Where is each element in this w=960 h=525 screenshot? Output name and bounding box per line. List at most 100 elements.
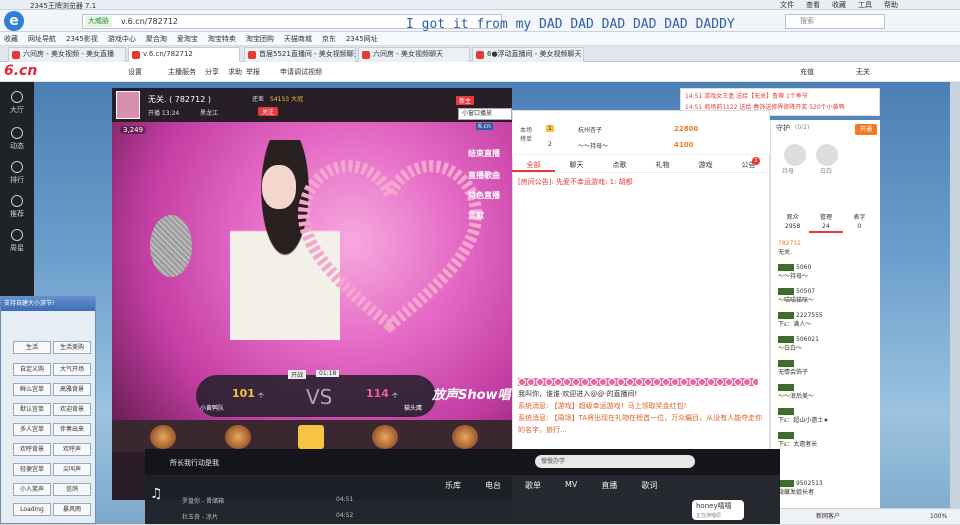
tool-button[interactable]: 信鸽 <box>53 483 91 496</box>
guard-avatar[interactable] <box>784 144 806 166</box>
user-row[interactable]: 2227555 下ε：满人～ <box>778 312 823 328</box>
user-row[interactable]: 无情会饰子 <box>778 360 808 376</box>
browser-tab[interactable]: 六间房 - 美女视频聊天 <box>358 47 470 62</box>
tool-button[interactable]: 生活美购 <box>53 341 91 354</box>
browser-logo-icon[interactable]: e <box>4 11 24 31</box>
tab-managers[interactable]: 管理 24 <box>809 213 843 233</box>
nav-hall[interactable]: 大厅 <box>0 88 34 120</box>
tool-button[interactable]: 多人宜单 <box>13 423 51 436</box>
browser-tab-active[interactable]: v.6.cn/782712 <box>128 47 240 62</box>
user-row[interactable]: ～～浪后美～ <box>778 384 814 400</box>
music-nav-radio[interactable]: 电台 <box>485 480 501 491</box>
gift-icon[interactable] <box>298 425 324 449</box>
gift-icon[interactable] <box>225 425 251 449</box>
menu-view[interactable]: 查看 <box>806 0 820 10</box>
music-search-input[interactable]: 慢慢办学 <box>535 455 695 468</box>
tab-notice[interactable]: 公告 <box>727 157 770 172</box>
user-row[interactable]: 50507 ～喵喵猫咪～ <box>778 288 815 304</box>
open-guard-button[interactable]: 开通 <box>855 124 877 135</box>
zoom-level[interactable]: 100% <box>930 509 947 525</box>
bookmark-item[interactable]: 爱淘宝 <box>177 34 198 44</box>
bookmark-item[interactable]: 淘宝特卖 <box>208 34 236 44</box>
tool-button[interactable]: 大气开场 <box>53 363 91 376</box>
tab-game[interactable]: 游戏 <box>684 157 727 172</box>
bookmark-item[interactable]: 天猫商城 <box>284 34 312 44</box>
playlist-song[interactable]: 杜玉奇 - 凉片 <box>182 512 218 521</box>
browser-tab[interactable]: 6●浮动直播间 - 美女视频聊天 <box>472 47 584 62</box>
tool-button[interactable]: 轻便宜单 <box>13 463 51 476</box>
user-row[interactable]: 506021 ～白白～ <box>778 336 819 352</box>
menu-stream-songs[interactable]: 直播歌曲 <box>468 170 500 181</box>
nav-weekly[interactable]: 周星 <box>0 226 34 258</box>
settings-link[interactable]: 设置 <box>128 67 142 77</box>
tab-gift[interactable]: 礼物 <box>641 157 684 172</box>
music-nav-mv[interactable]: MV <box>565 480 577 491</box>
tab-chat[interactable]: 聊天 <box>555 157 598 172</box>
recharge-link[interactable]: 充值 <box>800 67 814 77</box>
menu-featured[interactable]: 特色直播 <box>468 190 500 201</box>
tool-button[interactable]: Loading <box>13 503 51 516</box>
music-nav-playlist[interactable]: 歌单 <box>525 480 541 491</box>
report-link[interactable]: 举报 <box>246 67 260 77</box>
tab-all[interactable]: 全部 <box>512 157 555 172</box>
tool-button[interactable]: 小人笑声 <box>13 483 51 496</box>
nav-recommend[interactable]: 推荐 <box>0 192 34 224</box>
tab-song[interactable]: 点歌 <box>598 157 641 172</box>
menu-favorites[interactable]: 收藏 <box>832 0 846 10</box>
tool-button[interactable]: 生活 <box>13 341 51 354</box>
share-link[interactable]: 分享 <box>205 67 219 77</box>
tool-button[interactable]: 高雅背景 <box>53 383 91 396</box>
tool-button[interactable]: 默认宜单 <box>13 403 51 416</box>
mini-window-button[interactable]: 小窗口播放 <box>458 108 512 120</box>
user-row[interactable]: 下ε：超山小遗士★ <box>778 408 829 424</box>
gift-icon[interactable] <box>452 425 478 449</box>
bookmark-item[interactable]: 京东 <box>322 34 336 44</box>
user-row[interactable]: 9502513 隐藏发姐长者 <box>778 480 823 496</box>
browser-tab[interactable]: 首届5521直播间 - 美女视频聊天 <box>244 47 356 62</box>
tab-emoji[interactable]: 表字 0 <box>843 213 876 233</box>
tool-button[interactable]: 尖叫声 <box>53 463 91 476</box>
music-nav-live[interactable]: 直播 <box>601 480 617 491</box>
bookmark-item[interactable]: 2345网址 <box>346 34 378 44</box>
guard-avatar[interactable] <box>816 144 838 166</box>
menu-end-stream[interactable]: 结束直播 <box>468 148 500 159</box>
username[interactable]: 无关. <box>856 67 872 77</box>
streamer-avatar[interactable] <box>116 91 140 119</box>
nav-dynamic[interactable]: 动态 <box>0 124 34 156</box>
music-nav-lyrics[interactable]: 歌词 <box>641 480 657 491</box>
tool-button[interactable]: 伴奏出来 <box>53 423 91 436</box>
menu-help[interactable]: 帮助 <box>884 0 898 10</box>
live-card[interactable]: honey嘻嘻 正在演唱原 <box>692 500 744 520</box>
tool-button[interactable]: 欢呼声 <box>53 443 91 456</box>
tool-button[interactable]: 暴风雨 <box>53 503 91 516</box>
apply-debug-link[interactable]: 申请调试视频 <box>280 67 322 77</box>
tool-button[interactable]: 欢呼背景 <box>13 443 51 456</box>
menu-file[interactable]: 文件 <box>780 0 794 10</box>
user-row[interactable]: 5060 ～～持母～ <box>778 264 811 280</box>
tool-button[interactable]: 自定义购 <box>13 363 51 376</box>
bookmark-item[interactable]: 聚合淘 <box>146 34 167 44</box>
bookmark-item[interactable]: 2345影视 <box>66 34 98 44</box>
rank-name[interactable]: 杭州杏子 <box>578 125 602 134</box>
rank-name[interactable]: ～～持母～ <box>578 141 608 150</box>
bookmark-item[interactable]: 网址导航 <box>28 34 56 44</box>
follow-button[interactable]: 关注 <box>258 107 279 116</box>
nav-rank[interactable]: 排行 <box>0 158 34 190</box>
page-scrollbar[interactable] <box>950 82 960 508</box>
tool-button[interactable]: 欢迎背景 <box>53 403 91 416</box>
tool-button[interactable]: 鲜么宜单 <box>13 383 51 396</box>
browser-tab[interactable]: 六间房 - 美女视频 - 美女直播 <box>8 47 126 62</box>
help-link[interactable]: 求助 <box>228 67 242 77</box>
site-logo[interactable]: 6.cn <box>4 63 37 79</box>
user-row[interactable]: 下ε：太遗者长 <box>778 432 817 448</box>
playlist-song[interactable]: 罗盘你 - 晋储箱 <box>182 496 224 505</box>
search-input[interactable]: 搜索 <box>785 14 885 29</box>
user-row[interactable]: 782712 无关. <box>778 240 801 256</box>
gift-icon[interactable] <box>150 425 176 449</box>
menu-contribute[interactable]: 贡献 <box>468 210 484 221</box>
menu-tools[interactable]: 工具 <box>858 0 872 10</box>
music-nav-library[interactable]: 乐库 <box>445 480 461 491</box>
bookmark-item[interactable]: 游戏中心 <box>108 34 136 44</box>
gift-icon[interactable] <box>372 425 398 449</box>
tab-viewers[interactable]: 观众 2958 <box>776 213 809 233</box>
